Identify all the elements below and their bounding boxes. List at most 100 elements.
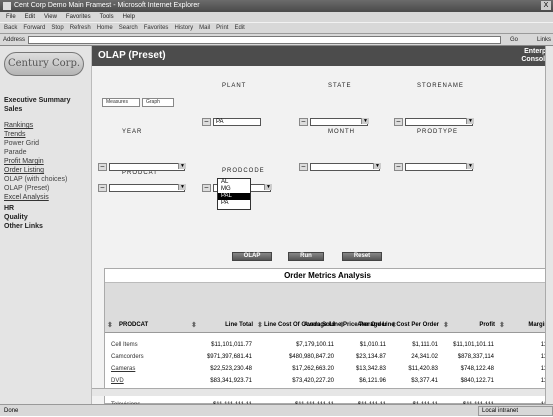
measures-button[interactable]: Measures: [102, 98, 140, 107]
sort-icon[interactable]: ⬍: [257, 322, 263, 329]
year-filter: – ▼: [98, 163, 186, 171]
toolbar-print-button[interactable]: Print: [216, 25, 228, 31]
order-metrics-table: Order Metrics Analysis ⬍ PRODCAT ⬍ Line Tot…: [104, 268, 550, 404]
menu-item-tools[interactable]: Tools: [100, 14, 114, 20]
toolbar-edit-button[interactable]: Edit: [234, 25, 244, 31]
state-label: STATE: [328, 83, 352, 89]
state-remove-button[interactable]: –: [299, 118, 308, 126]
row-label[interactable]: DVD: [111, 375, 124, 387]
vertical-scrollbar[interactable]: [545, 46, 553, 404]
toolbar-stop-button[interactable]: Stop: [51, 25, 63, 31]
window-title: Cent Corp Demo Main Framest - Microsoft …: [14, 2, 200, 9]
chevron-down-icon[interactable]: ▼: [373, 163, 381, 169]
prodtype-select[interactable]: [405, 163, 473, 171]
menu-bar: File Edit View Favorites Tools Help: [0, 12, 553, 22]
company-logo: Century Corp.: [4, 52, 84, 76]
sidebar-item-olap-preset[interactable]: OLAP (Preset): [4, 184, 49, 193]
toolbar-search-button[interactable]: Search: [119, 25, 138, 31]
links-button[interactable]: Links: [537, 34, 551, 46]
storename-label: STORENAME: [417, 83, 464, 89]
column-header[interactable]: ⬍ Profit: [441, 283, 497, 333]
reset-button[interactable]: Reset: [342, 252, 382, 261]
horizontal-scrollbar[interactable]: [92, 388, 545, 396]
sidebar-item-hr: HR: [4, 205, 15, 212]
toolbar-favorites-button[interactable]: Favorites: [144, 25, 169, 31]
sidebar-item-order-listing[interactable]: Order Listing: [4, 166, 44, 175]
table-cell: $748,122.48: [460, 366, 494, 372]
graph-button[interactable]: Graph: [142, 98, 174, 107]
month-filter: – ▼: [299, 163, 381, 171]
plant-option[interactable]: PA: [218, 200, 250, 207]
table-row: DVD $83,341,923.71 $73,420,227.20 $6,121.96…: [105, 375, 550, 387]
year-remove-button[interactable]: –: [98, 163, 107, 171]
storename-filter: – ▼: [394, 118, 474, 126]
column-header[interactable]: ⬍ PRODCAT: [105, 283, 189, 333]
sidebar-item-trends[interactable]: Trends: [4, 130, 26, 139]
sort-icon[interactable]: ⬍: [499, 322, 505, 329]
menu-item-edit[interactable]: Edit: [25, 14, 35, 20]
plant-option[interactable]: PAL: [218, 193, 250, 200]
toolbar-back-button[interactable]: Back: [4, 25, 17, 31]
plant-filter: – PA: [202, 118, 262, 126]
menu-item-help[interactable]: Help: [123, 14, 135, 20]
plant-select[interactable]: PA: [213, 118, 261, 126]
sidebar: Century Corp. Executive Summary Sales Rank…: [0, 46, 92, 404]
table-title: Order Metrics Analysis: [105, 269, 550, 283]
menu-item-view[interactable]: View: [44, 14, 57, 20]
year-select[interactable]: [109, 163, 185, 171]
table-cell: $17,262,663.20: [292, 366, 334, 372]
month-select[interactable]: [310, 163, 380, 171]
sidebar-item-excel-analysis[interactable]: Excel Analysis: [4, 193, 49, 202]
row-label[interactable]: Cameras: [111, 363, 135, 375]
column-header-label: PRODCAT: [119, 322, 149, 328]
plant-option[interactable]: MG: [218, 186, 250, 193]
month-remove-button[interactable]: –: [299, 163, 308, 171]
state-select[interactable]: [310, 118, 368, 126]
close-window-button[interactable]: X: [541, 1, 551, 10]
chevron-down-icon[interactable]: ▼: [466, 163, 474, 169]
sidebar-item-olap-with-choices[interactable]: OLAP (with choices): [4, 175, 67, 184]
sidebar-item-profit-margin[interactable]: Profit Margin: [4, 157, 44, 166]
chevron-down-icon[interactable]: ▼: [264, 184, 272, 190]
prodcat-remove-button[interactable]: –: [98, 184, 107, 192]
sort-icon[interactable]: ⬍: [191, 322, 197, 329]
menu-item-file[interactable]: File: [6, 14, 16, 20]
chevron-down-icon[interactable]: ▼: [178, 184, 186, 190]
ie-icon: [3, 2, 11, 10]
run-button[interactable]: Run: [288, 252, 324, 261]
sort-icon[interactable]: ⬍: [107, 322, 113, 329]
chevron-down-icon[interactable]: ▼: [466, 118, 474, 124]
sidebar-item-parade[interactable]: Parade: [4, 148, 27, 157]
olap-button[interactable]: OLAP: [232, 252, 272, 261]
year-label: YEAR: [122, 129, 143, 135]
chevron-down-icon[interactable]: ▼: [361, 118, 369, 124]
prodtype-remove-button[interactable]: –: [394, 163, 403, 171]
table-cell: $11,101,101.11: [453, 342, 494, 348]
plant-remove-button[interactable]: –: [202, 118, 211, 126]
column-header[interactable]: ⬍ Average Line Cost Per Order: [357, 283, 441, 333]
go-button[interactable]: Go: [510, 34, 518, 46]
column-header[interactable]: ⬍ Line Total: [189, 283, 255, 333]
toolbar-history-button[interactable]: History: [174, 25, 193, 31]
sidebar-item-power-grid[interactable]: Power Grid: [4, 139, 39, 148]
prodcode-remove-button[interactable]: –: [202, 184, 211, 192]
address-input[interactable]: [28, 36, 501, 44]
toolbar-refresh-button[interactable]: Refresh: [70, 25, 91, 31]
sidebar-item-rankings[interactable]: Rankings: [4, 121, 33, 130]
storename-remove-button[interactable]: –: [394, 118, 403, 126]
chevron-down-icon[interactable]: ▼: [178, 163, 186, 169]
column-header[interactable]: ⬍ Margin: [497, 283, 550, 333]
table-cell: $11,101,011.77: [211, 342, 252, 348]
month-label: MONTH: [328, 129, 355, 135]
menu-item-favorites[interactable]: Favorites: [66, 14, 91, 20]
toolbar-forward-button[interactable]: Forward: [23, 25, 45, 31]
plant-option[interactable]: AL: [218, 179, 250, 186]
toolbar-mail-button[interactable]: Mail: [199, 25, 210, 31]
sort-icon[interactable]: ⬍: [443, 322, 449, 329]
toolbar-home-button[interactable]: Home: [97, 25, 113, 31]
table-cell: $480,980,847.20: [288, 354, 334, 360]
plant-options-list[interactable]: AL MG PAL PA: [217, 178, 251, 210]
table-cell: $83,341,923.71: [210, 378, 252, 384]
prodcat-select[interactable]: [109, 184, 185, 192]
storename-select[interactable]: [405, 118, 473, 126]
